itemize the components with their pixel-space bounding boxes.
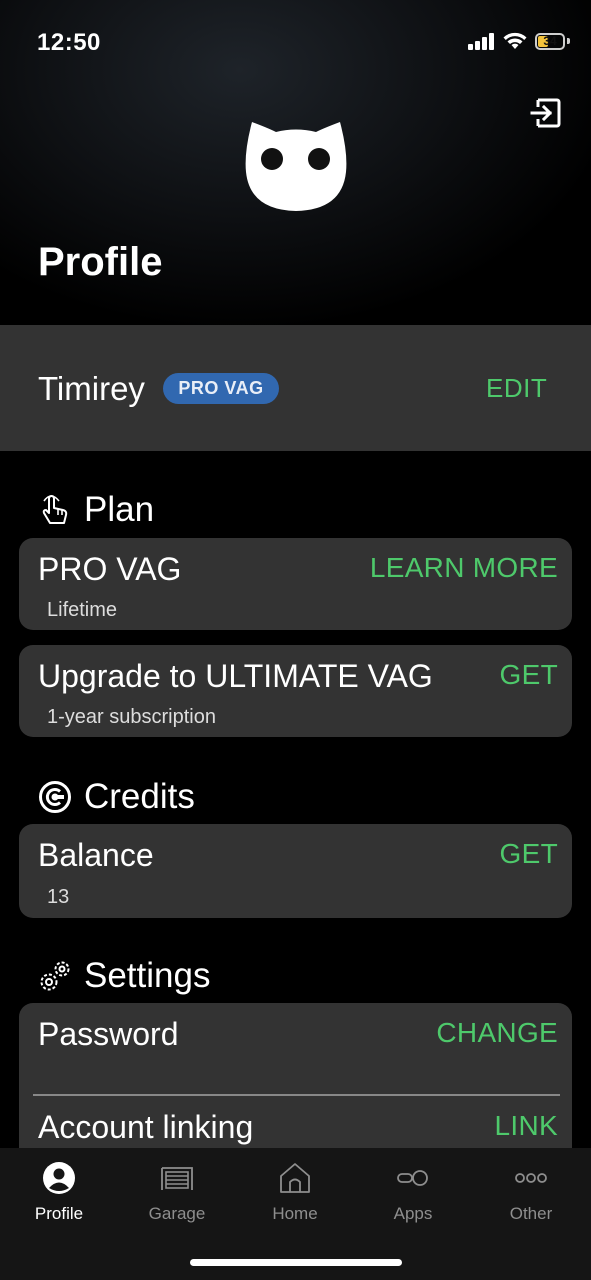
upgrade-title: Upgrade to ULTIMATE VAG (38, 658, 433, 694)
status-icons: 34 (468, 32, 570, 50)
tab-garage[interactable]: Garage (118, 1160, 236, 1224)
logout-icon[interactable] (530, 97, 562, 129)
settings-section-title: Settings (84, 956, 211, 995)
plan-badge: PRO VAG (163, 373, 279, 404)
credits-coin-icon (39, 781, 71, 813)
person-icon (43, 1162, 75, 1194)
battery-level: 34 (543, 33, 557, 48)
credits-get-button[interactable]: GET (500, 838, 558, 870)
balance-value: 13 (47, 886, 70, 908)
tab-home[interactable]: Home (236, 1160, 354, 1224)
tab-apps-label: Apps (393, 1204, 433, 1223)
change-password-button[interactable]: CHANGE (436, 1017, 558, 1049)
tab-profile[interactable]: Profile (0, 1160, 118, 1224)
credits-section-title: Credits (84, 777, 195, 816)
plan-card[interactable]: PRO VAG Lifetime LEARN MORE (19, 538, 572, 630)
gears-icon (40, 961, 70, 991)
password-title: Password (38, 1016, 179, 1052)
settings-divider (33, 1094, 560, 1096)
more-icon (515, 1173, 547, 1183)
home-indicator (190, 1259, 402, 1266)
plan-name: PRO VAG (38, 551, 182, 587)
link-account-button[interactable]: LINK (495, 1110, 558, 1142)
account-linking-title: Account linking (38, 1109, 254, 1145)
upgrade-get-button[interactable]: GET (500, 659, 558, 691)
tab-other-label: Other (509, 1204, 553, 1223)
credits-section-header: Credits (38, 777, 195, 817)
page-title: Profile (38, 240, 163, 284)
battery-icon: 34 (535, 32, 565, 50)
edit-button[interactable]: EDIT (486, 373, 547, 404)
settings-section-header: Settings (38, 956, 210, 996)
plan-duration: Lifetime (47, 599, 118, 621)
garage-icon (161, 1167, 193, 1190)
tab-garage-label: Garage (148, 1204, 206, 1223)
tab-apps[interactable]: Apps (354, 1160, 472, 1224)
plan-section-header: Plan (38, 490, 154, 530)
tab-other[interactable]: Other (472, 1160, 590, 1224)
upgrade-card[interactable]: Upgrade to ULTIMATE VAG 1-year subscript… (19, 645, 572, 737)
balance-title: Balance (38, 837, 154, 873)
tab-home-label: Home (272, 1204, 318, 1223)
wifi-icon (503, 32, 527, 49)
header: 12:50 34 Profile (0, 0, 591, 325)
user-name: Timirey (38, 370, 145, 407)
upgrade-subtitle: 1-year subscription (47, 706, 216, 728)
battery-cap (567, 38, 570, 44)
status-time: 12:50 (37, 29, 101, 56)
plan-section-title: Plan (84, 490, 155, 529)
learn-more-button[interactable]: LEARN MORE (370, 552, 558, 584)
mascot-logo-icon (245, 122, 347, 211)
tab-profile-label: Profile (34, 1204, 84, 1223)
home-icon (280, 1163, 310, 1193)
user-bar: Timirey PRO VAG EDIT (0, 325, 591, 451)
balance-card[interactable]: Balance 13 GET (19, 824, 572, 918)
signal-icon (468, 32, 494, 50)
settings-card: Password CHANGE Account linking LINK (19, 1003, 572, 1163)
apps-icon (397, 1170, 428, 1186)
hand-pointer-icon (42, 495, 68, 524)
